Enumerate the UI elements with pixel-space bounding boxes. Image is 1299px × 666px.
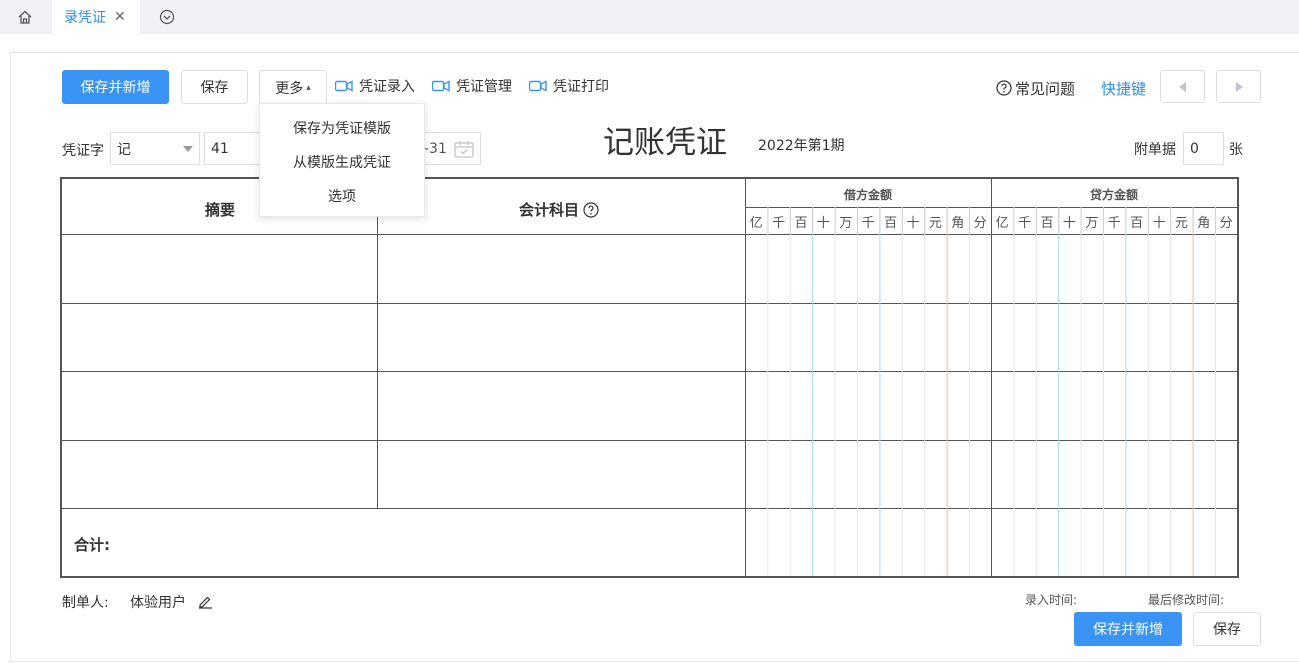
maker-value: 体验用户 xyxy=(130,595,186,611)
tab-bar xyxy=(0,0,1299,34)
calendar-icon[interactable] xyxy=(454,140,474,158)
menu-item-generate-from-template[interactable]: 从模版生成凭证 xyxy=(260,152,424,172)
maker-label: 制单人: xyxy=(62,595,109,611)
caret-right-icon xyxy=(1235,81,1243,92)
digit-header: 百 xyxy=(794,216,808,231)
digit-header: 千 xyxy=(1018,216,1032,231)
voucher-date-input[interactable]: -31 xyxy=(424,132,481,165)
more-button[interactable]: 更多 ▴ xyxy=(259,70,327,104)
video-icon xyxy=(432,80,450,92)
edit-icon[interactable] xyxy=(198,594,213,609)
table-row[interactable] xyxy=(62,234,745,302)
voucher-number-input[interactable]: 41 xyxy=(204,132,266,165)
video-icon xyxy=(335,80,353,92)
digit-header: 十 xyxy=(816,216,830,231)
voucher-date-value: -31 xyxy=(424,140,447,157)
home-icon xyxy=(18,10,32,24)
voucher-period: 2022年第1期 xyxy=(758,138,845,154)
caret-left-icon xyxy=(1178,81,1186,92)
digit-header: 角 xyxy=(1197,216,1211,231)
entry-time-label: 录入时间: xyxy=(1025,593,1078,607)
voucher-entry-label: 凭证录入 xyxy=(359,79,415,95)
caret-up-icon: ▴ xyxy=(306,82,311,93)
voucher-title: 记账凭证 xyxy=(603,125,727,161)
digit-header: 千 xyxy=(772,216,786,231)
voucher-entry-link[interactable]: 凭证录入 xyxy=(335,76,415,96)
total-label: 合计: xyxy=(74,536,110,554)
tab-label: 录凭证 xyxy=(64,10,106,26)
digit-header: 万 xyxy=(839,216,853,231)
attachments-unit: 张 xyxy=(1229,142,1243,158)
faq-link[interactable]: 常见问题 xyxy=(996,78,1075,98)
digit-header: 十 xyxy=(1152,216,1166,231)
voucher-print-label: 凭证打印 xyxy=(553,79,609,95)
digit-header: 十 xyxy=(1062,216,1076,231)
voucher-table: 摘要 会计科目 借方金额 贷方金额 亿千百十万千百十元角分亿千百十万千百十元角分… xyxy=(60,177,1239,578)
save-and-new-button[interactable]: 保存并新增 xyxy=(62,70,169,104)
video-icon xyxy=(529,80,547,92)
footer-save-and-new-button[interactable]: 保存并新增 xyxy=(1074,612,1182,646)
col-summary-header: 摘要 xyxy=(205,201,236,219)
footer-save-button[interactable]: 保存 xyxy=(1193,612,1261,646)
help-icon[interactable] xyxy=(583,201,599,218)
col-account-label: 会计科目 xyxy=(519,201,580,219)
question-icon xyxy=(996,80,1012,96)
debit-header: 借方金额 xyxy=(843,188,892,202)
digit-header: 千 xyxy=(1107,216,1121,231)
tab-dropdown[interactable] xyxy=(150,0,184,34)
digit-header: 亿 xyxy=(749,216,763,231)
digit-header: 百 xyxy=(1040,216,1054,231)
digit-header: 元 xyxy=(1174,216,1188,231)
voucher-print-link[interactable]: 凭证打印 xyxy=(529,76,609,96)
voucher-word-select[interactable]: 记 xyxy=(110,132,200,165)
digit-header: 亿 xyxy=(995,216,1009,231)
attachments-input[interactable]: 0 xyxy=(1183,132,1224,165)
digit-header: 分 xyxy=(1219,216,1233,231)
col-account-header: 会计科目 xyxy=(519,199,599,220)
prev-button[interactable] xyxy=(1160,70,1205,103)
next-button[interactable] xyxy=(1216,70,1261,103)
digit-header: 千 xyxy=(861,216,875,231)
attachments-label: 附单据 xyxy=(1134,142,1176,158)
table-row[interactable] xyxy=(62,371,745,438)
tab-home[interactable] xyxy=(0,0,50,34)
voucher-manage-label: 凭证管理 xyxy=(456,79,512,95)
digit-header: 百 xyxy=(884,216,898,231)
more-dropdown-menu: 保存为凭证模版 从模版生成凭证 选项 xyxy=(259,103,425,217)
digit-header: 元 xyxy=(928,216,942,231)
digit-header: 十 xyxy=(906,216,920,231)
table-row[interactable] xyxy=(62,440,745,507)
chevron-down-circle-icon xyxy=(159,9,175,25)
more-label: 更多 xyxy=(275,80,304,97)
shortcut-link[interactable]: 快捷键 xyxy=(1101,78,1146,98)
table-row[interactable] xyxy=(62,303,745,370)
voucher-word-value: 记 xyxy=(117,141,131,158)
menu-item-save-template[interactable]: 保存为凭证模版 xyxy=(260,118,424,138)
faq-label: 常见问题 xyxy=(1015,79,1076,98)
close-icon[interactable]: ✕ xyxy=(114,9,126,25)
voucher-word-label: 凭证字 xyxy=(62,143,104,159)
modified-time-label: 最后修改时间: xyxy=(1148,593,1225,607)
voucher-manage-link[interactable]: 凭证管理 xyxy=(432,76,512,96)
caret-down-icon xyxy=(183,146,193,152)
digit-header: 角 xyxy=(951,216,965,231)
menu-item-options[interactable]: 选项 xyxy=(260,186,424,206)
tab-voucher-entry[interactable]: 录凭证 ✕ xyxy=(52,0,140,34)
credit-header: 贷方金额 xyxy=(1089,188,1138,202)
save-button[interactable]: 保存 xyxy=(181,70,248,104)
digit-header: 万 xyxy=(1085,216,1099,231)
digit-header: 分 xyxy=(973,216,987,231)
digit-header: 百 xyxy=(1130,216,1144,231)
